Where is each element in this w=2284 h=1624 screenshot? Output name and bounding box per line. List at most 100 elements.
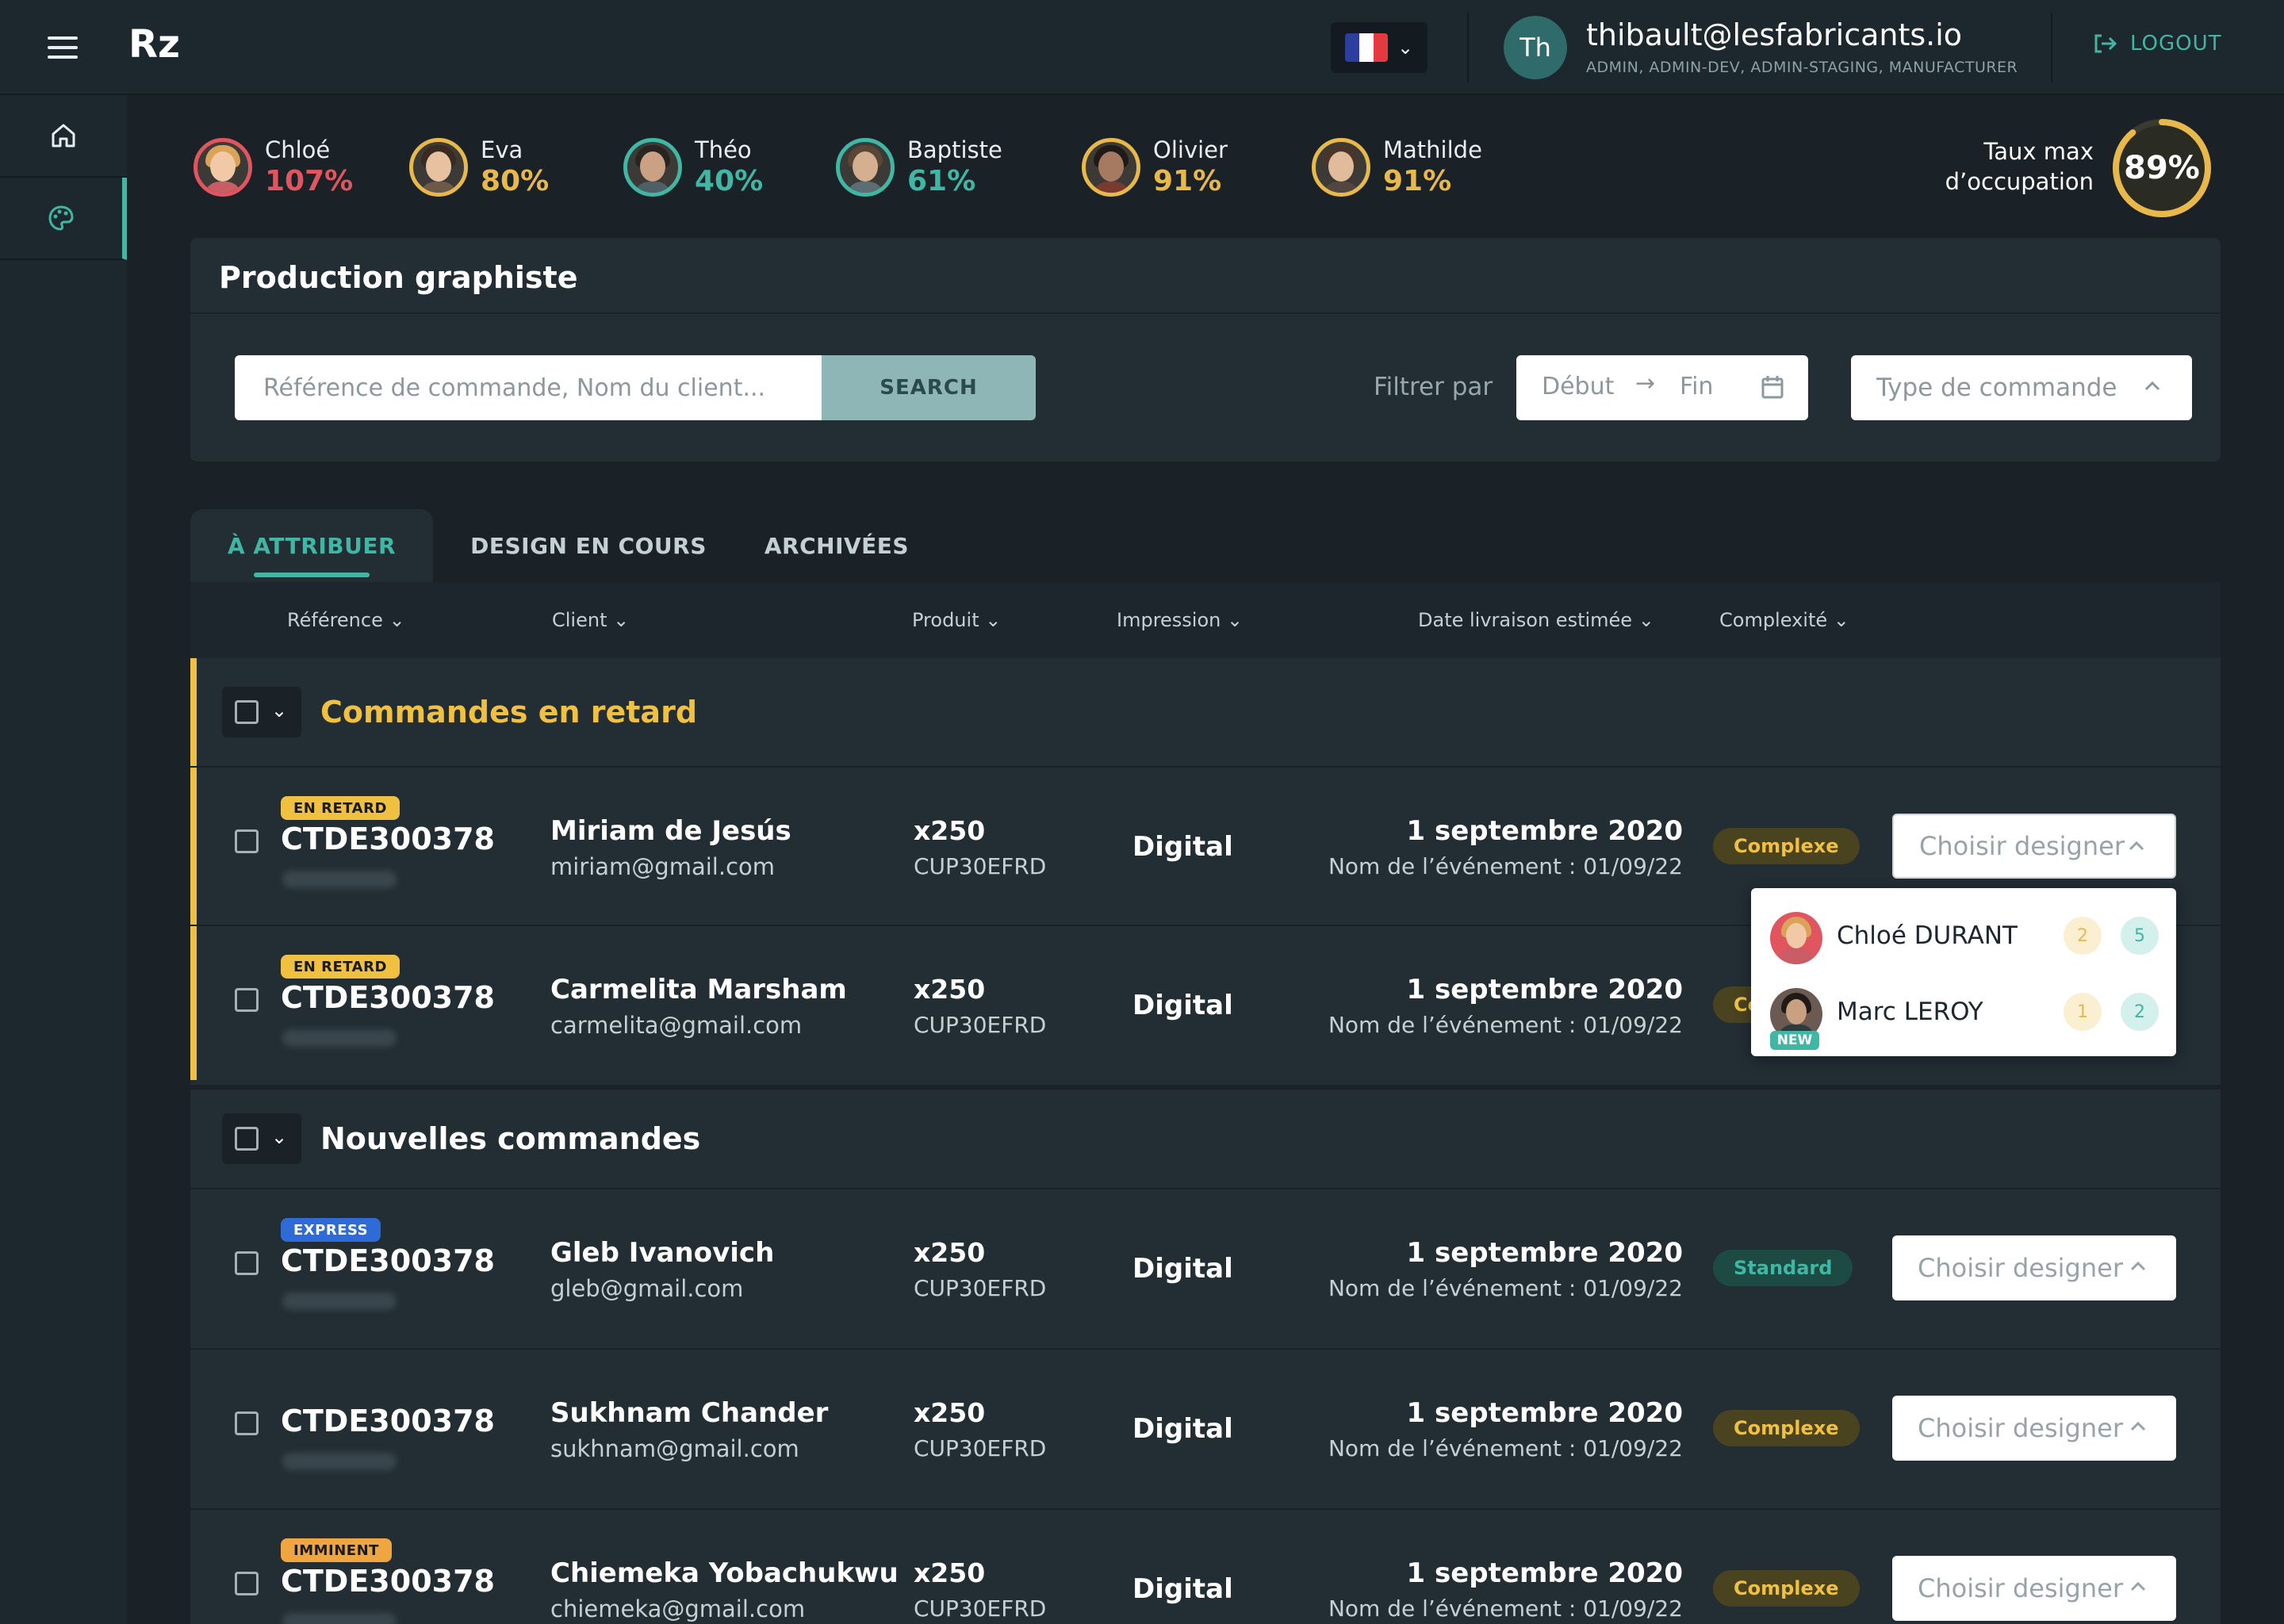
choose-designer-select[interactable]: Choisir designer — [1892, 814, 2176, 879]
column-client[interactable]: Client ⌄ — [552, 609, 629, 631]
event-date: Nom de l’événement : 01/09/22 — [1328, 1435, 1683, 1461]
column-impression[interactable]: Impression ⌄ — [1117, 609, 1243, 631]
date-start-input[interactable]: Début — [1542, 373, 1614, 400]
designer-percentage: 107% — [265, 165, 354, 197]
designer-avatar — [1082, 138, 1140, 197]
client-name: Miriam de Jesús — [550, 815, 791, 847]
complexity-badge: Complexe — [1713, 1570, 1860, 1607]
impression-type: Digital — [1132, 990, 1233, 1021]
designer-avatar — [1312, 138, 1370, 197]
row-checkbox[interactable] — [235, 1251, 259, 1275]
column-date[interactable]: Date livraison estimée ⌄ — [1418, 609, 1654, 631]
row-checkbox[interactable] — [235, 988, 259, 1012]
client-name: Carmelita Marsham — [550, 974, 847, 1005]
row-checkbox[interactable] — [235, 1572, 259, 1595]
filter-label: Filtrer par — [1374, 373, 1493, 401]
designer-avatar — [194, 138, 252, 197]
chevron-up-icon — [2129, 841, 2144, 851]
table-header: Référence ⌄ Client ⌄ Produit ⌄ Impressio… — [190, 582, 2221, 658]
group-select[interactable]: ⌄ — [222, 1113, 301, 1164]
tab-a-attribuer[interactable]: À ATTRIBUER — [190, 509, 433, 582]
designer-name: Mathilde — [1383, 136, 1482, 163]
dropdown-option-marc-leroy[interactable]: NEW Marc LEROY 1 2 — [1751, 972, 2176, 1050]
column-reference[interactable]: Référence ⌄ — [287, 609, 405, 631]
page-title: Production graphiste — [219, 260, 578, 295]
status-badge: EN RETARD — [281, 955, 400, 979]
chevron-up-icon — [2144, 381, 2160, 391]
blurred-text — [282, 1029, 397, 1047]
group-checkbox[interactable] — [235, 1127, 259, 1151]
dropdown-option-name: Chloé DURANT — [1837, 921, 2018, 950]
chevron-down-icon[interactable]: ⌄ — [271, 1126, 287, 1148]
blurred-text — [282, 871, 397, 888]
assigned-count-badge: 1 — [2064, 993, 2102, 1031]
chevron-down-icon[interactable]: ⌄ — [271, 699, 287, 722]
table-row[interactable]: IMMINENT CTDE300378 Chiemeka Yobachukwu … — [190, 1508, 2221, 1624]
divider — [190, 312, 2221, 314]
user-avatar[interactable]: Th — [1504, 16, 1567, 79]
logout-label: LOGOUT — [2130, 32, 2222, 56]
group-checkbox[interactable] — [235, 700, 259, 724]
client-email: sukhnam@gmail.com — [550, 1435, 799, 1462]
choose-designer-placeholder: Choisir designer — [1918, 1253, 2123, 1283]
product-quantity: x250 — [914, 1397, 986, 1428]
event-date: Nom de l’événement : 01/09/22 — [1328, 1012, 1683, 1038]
impression-type: Digital — [1132, 831, 1233, 863]
product-quantity: x250 — [914, 815, 986, 846]
chevron-up-icon — [2130, 1421, 2146, 1431]
choose-designer-select[interactable]: Choisir designer — [1892, 1396, 2176, 1461]
sidebar-item-design[interactable] — [0, 178, 127, 260]
designer-percentage: 61% — [907, 165, 976, 197]
search-button[interactable]: SEARCH — [822, 355, 1036, 420]
tab-archivees[interactable]: ARCHIVÉES — [745, 509, 928, 582]
order-reference: CTDE300378 — [281, 822, 495, 856]
designer-avatar — [623, 138, 682, 197]
row-checkbox[interactable] — [235, 1411, 259, 1435]
search-input[interactable]: Référence de commande, Nom du client... — [235, 355, 822, 420]
client-name: Sukhnam Chander — [550, 1397, 829, 1429]
group-select[interactable]: ⌄ — [222, 687, 301, 737]
designer-name: Eva — [481, 136, 523, 163]
divider — [2051, 13, 2052, 82]
date-range-picker[interactable]: Début → Fin — [1516, 355, 1808, 420]
logout-button[interactable]: LOGOUT — [2094, 32, 2222, 56]
product-quantity: x250 — [914, 1237, 986, 1268]
order-type-select[interactable]: Type de commande — [1851, 355, 2192, 420]
designer-percentage: 80% — [481, 165, 550, 197]
table-row[interactable]: EXPRESS CTDE300378 Gleb Ivanovich gleb@g… — [190, 1188, 2221, 1346]
status-badge: IMMINENT — [281, 1538, 392, 1562]
column-complexite[interactable]: Complexité ⌄ — [1719, 609, 1849, 631]
product-quantity: x250 — [914, 974, 986, 1005]
user-email: thibault@lesfabricants.io — [1586, 17, 1963, 52]
group-header-new: ⌄ Nouvelles commandes — [190, 1085, 2221, 1193]
sidebar-item-home[interactable] — [0, 95, 127, 178]
language-selector[interactable]: ⌄ — [1331, 22, 1428, 73]
app-logo[interactable]: Rz — [128, 22, 180, 67]
choose-designer-placeholder: Choisir designer — [1918, 1573, 2123, 1603]
product-sku: CUP30EFRD — [914, 853, 1047, 879]
row-checkbox[interactable] — [235, 829, 259, 853]
divider — [1467, 13, 1469, 82]
impression-type: Digital — [1132, 1413, 1233, 1445]
sidebar — [0, 95, 127, 1624]
order-reference: CTDE300378 — [281, 980, 495, 1015]
designer-name: Olivier — [1153, 136, 1228, 163]
menu-icon[interactable] — [48, 36, 78, 59]
user-roles: ADMIN, ADMIN-DEV, ADMIN-STAGING, MANUFAC… — [1586, 59, 2018, 76]
order-reference: CTDE300378 — [281, 1243, 495, 1278]
table-row[interactable]: CTDE300378 Sukhnam Chander sukhnam@gmail… — [190, 1348, 2221, 1507]
choose-designer-select[interactable]: Choisir designer — [1892, 1235, 2176, 1300]
occupancy-value: 89% — [2124, 150, 2200, 186]
choose-designer-select[interactable]: Choisir designer — [1892, 1556, 2176, 1621]
tab-design-en-cours[interactable]: DESIGN EN COURS — [469, 509, 707, 582]
date-end-input[interactable]: Fin — [1680, 373, 1713, 400]
dropdown-option-chloe-durant[interactable]: Chloé DURANT 2 5 — [1751, 896, 2176, 972]
chevron-up-icon — [2130, 1261, 2146, 1271]
calendar-icon — [1761, 376, 1784, 399]
impression-type: Digital — [1132, 1253, 1233, 1285]
column-produit[interactable]: Produit ⌄ — [912, 609, 1001, 631]
tab-active-indicator — [254, 573, 370, 577]
status-badge: EXPRESS — [281, 1218, 381, 1242]
product-sku: CUP30EFRD — [914, 1595, 1047, 1622]
total-count-badge: 5 — [2121, 917, 2159, 955]
